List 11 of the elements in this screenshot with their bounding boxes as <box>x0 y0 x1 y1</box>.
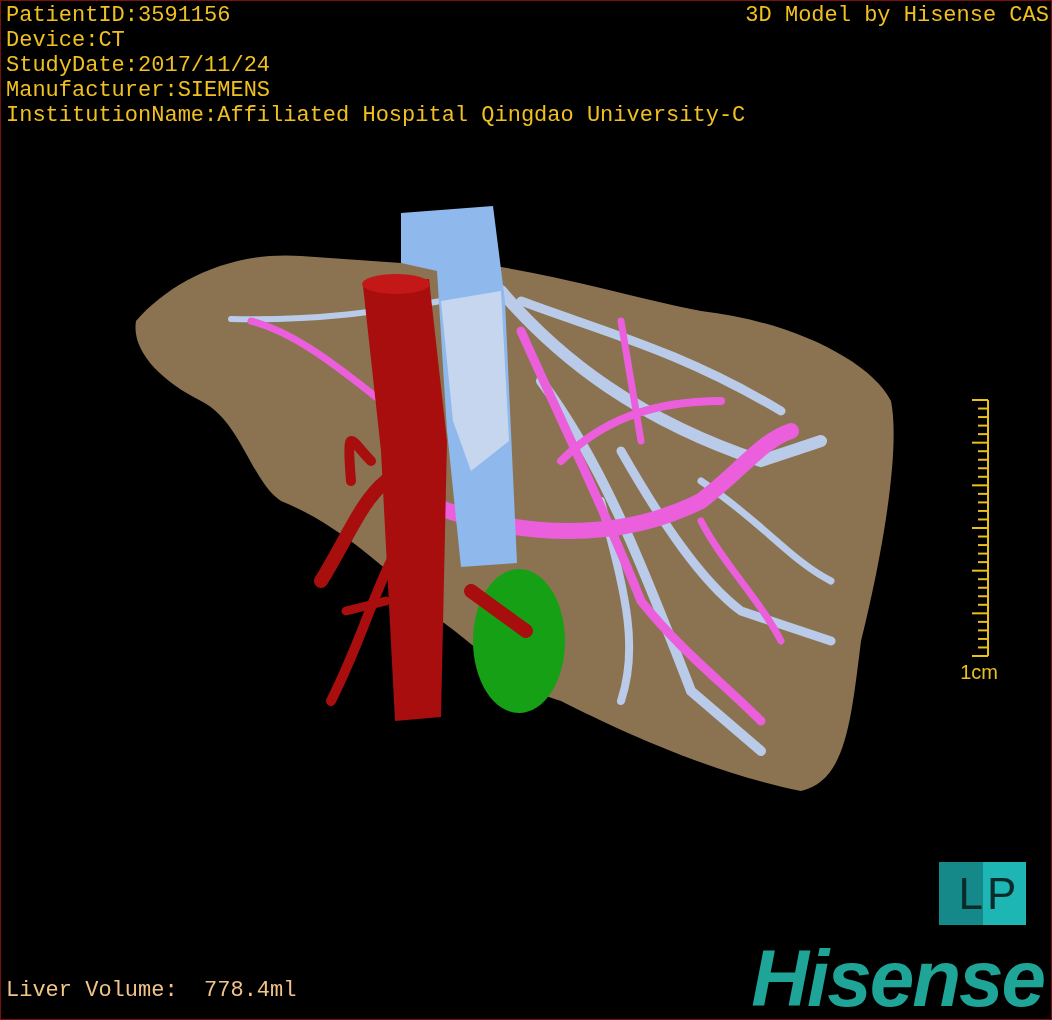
brand-logo: Hisense <box>751 943 1044 1015</box>
info-text: InstitutionName:Affiliated Hospital Qingdao University-C <box>6 103 746 128</box>
orientation-label: L <box>939 862 983 925</box>
liver-volume-text: Liver Volume: 778.4ml <box>6 978 297 1003</box>
info-text: PatientID:3591156 <box>6 3 232 28</box>
orientation-label: P <box>983 862 1026 925</box>
info-text: StudyDate:2017/11/24 <box>6 53 272 78</box>
scale-label: 1cm <box>960 660 998 685</box>
info-text: Manufacturer:SIEMENS <box>6 78 272 103</box>
viewer-title: 3D Model by Hisense CAS <box>745 3 1049 28</box>
info-text: Device:CT <box>6 28 126 53</box>
